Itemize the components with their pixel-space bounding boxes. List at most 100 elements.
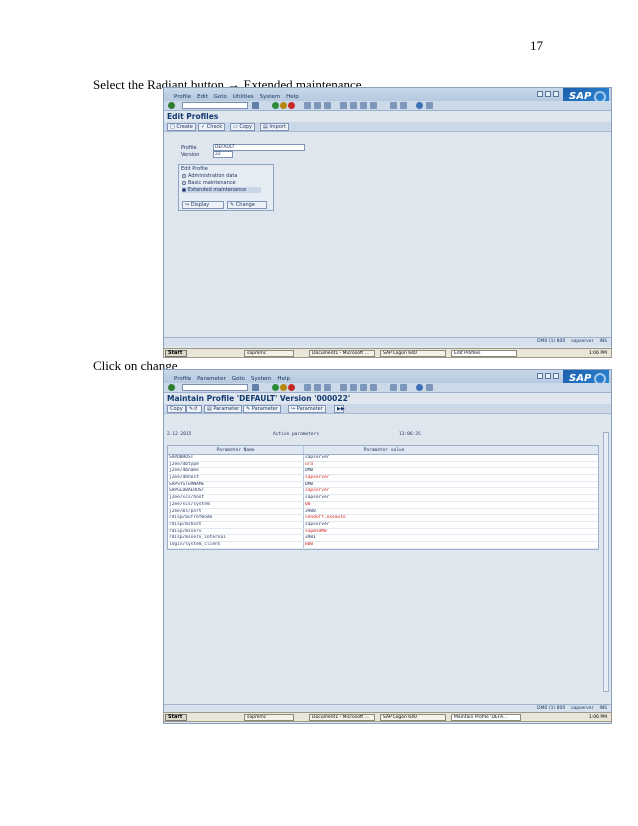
page-title: Edit Profiles <box>167 112 219 121</box>
maximize-icon[interactable] <box>545 91 551 97</box>
first-page-icon[interactable] <box>340 102 347 109</box>
table-row[interactable]: login/system_client 800 <box>168 541 598 549</box>
layout-icon[interactable] <box>426 384 433 391</box>
display-parameter-button[interactable]: ↪ Parameter <box>288 405 326 413</box>
table-row[interactable]: j2ee/ms/port 3900 <box>168 508 598 516</box>
table-row[interactable]: rdisp/mshost sapserver <box>168 521 598 529</box>
table-row[interactable]: SAPDBHOST sapserver <box>168 455 598 462</box>
parameter-button[interactable]: ▤ Parameter <box>204 405 243 413</box>
table-row[interactable]: rdisp/msserv sapmsDM0 <box>168 528 598 536</box>
table-row[interactable]: j2ee/dbname DM0 <box>168 468 598 476</box>
new-session-icon[interactable] <box>390 102 397 109</box>
back-icon[interactable] <box>272 384 279 391</box>
status-mode: INS <box>599 339 607 344</box>
task-maintain-profile[interactable]: Maintain Profile 'DEFA... <box>451 714 521 721</box>
next-icon[interactable]: ▶▶ <box>334 405 345 413</box>
start-button[interactable]: Start <box>165 714 187 721</box>
enter-icon[interactable] <box>168 384 175 391</box>
menu-profile[interactable]: Profile <box>174 94 191 100</box>
menu-system[interactable]: System <box>251 376 272 382</box>
version-field[interactable]: 22 <box>213 151 233 158</box>
exit-icon[interactable] <box>280 384 287 391</box>
back-icon[interactable] <box>272 102 279 109</box>
find-next-icon[interactable] <box>324 384 331 391</box>
change-button[interactable]: ✎ Change <box>227 201 267 209</box>
task-document1[interactable]: Document1 - Microsoft ... <box>309 714 375 721</box>
task-sap-logon[interactable]: SAP Logon 640 <box>380 714 446 721</box>
create-button[interactable]: □ Create <box>167 123 196 131</box>
status-server: sapserver <box>571 339 594 344</box>
table-row[interactable]: SAPSYSTEMNAME DM0 <box>168 481 598 489</box>
find-icon[interactable] <box>314 384 321 391</box>
menu-utilities[interactable]: Utilities <box>233 94 254 100</box>
table-row[interactable]: j2ee/dbtype ora <box>168 461 598 469</box>
task-sapmmc[interactable]: sapmmc <box>244 350 294 357</box>
minimize-icon[interactable] <box>537 373 543 379</box>
menu-help[interactable]: Help <box>286 94 299 100</box>
last-page-icon[interactable] <box>370 102 377 109</box>
save-icon[interactable] <box>252 384 259 391</box>
find-icon[interactable] <box>314 102 321 109</box>
shortcut-icon[interactable] <box>400 102 407 109</box>
menu-help[interactable]: Help <box>277 376 290 382</box>
profile-field[interactable]: DEFAULT <box>213 144 305 151</box>
find-next-icon[interactable] <box>324 102 331 109</box>
next-page-icon[interactable] <box>360 384 367 391</box>
copy-button[interactable]: Copy <box>167 405 186 413</box>
menu-system[interactable]: System <box>260 94 281 100</box>
table-row[interactable]: SAPGLOBALHOST sapserver <box>168 488 598 496</box>
copy-button[interactable]: ▭ Copy <box>230 123 256 131</box>
task-document1[interactable]: Document1 - Microsoft ... <box>309 350 375 357</box>
radio-basic-maintenance[interactable]: Basic maintenance <box>182 180 236 186</box>
vertical-scrollbar[interactable] <box>603 432 609 692</box>
close-icon[interactable] <box>553 91 559 97</box>
print-icon[interactable] <box>304 102 311 109</box>
radio-administration-data[interactable]: Administration data <box>182 173 237 179</box>
edit-icon[interactable]: ✎↺ <box>186 405 202 413</box>
help-icon[interactable] <box>416 384 423 391</box>
table-row[interactable]: j2ee/scs/host sapserver <box>168 495 598 502</box>
table-row[interactable]: j2ee/dbhost sapserver <box>168 475 598 482</box>
table-row[interactable]: rdisp/msserv_internal 3901 <box>168 535 598 542</box>
help-icon[interactable] <box>416 102 423 109</box>
prev-page-icon[interactable] <box>350 102 357 109</box>
task-sap-logon[interactable]: SAP Logon 640 <box>380 350 446 357</box>
parameter-value-cell: 3900 <box>305 508 316 514</box>
radio-extended-maintenance[interactable]: Extended maintenance <box>182 187 261 193</box>
exit-icon[interactable] <box>280 102 287 109</box>
menu-edit[interactable]: Edit <box>197 94 208 100</box>
last-page-icon[interactable] <box>370 384 377 391</box>
menu-bar: Profile Parameter Goto System Help SAP <box>164 370 611 392</box>
menu-goto[interactable]: Goto <box>232 376 245 382</box>
command-field[interactable] <box>182 384 248 391</box>
maximize-icon[interactable] <box>545 373 551 379</box>
task-edit-profiles[interactable]: Edit Profiles <box>451 350 517 357</box>
minimize-icon[interactable] <box>537 91 543 97</box>
next-page-icon[interactable] <box>360 102 367 109</box>
menu-goto[interactable]: Goto <box>214 94 227 100</box>
cancel-icon[interactable] <box>288 102 295 109</box>
task-sapmmc[interactable]: sapmmc <box>244 714 294 721</box>
parameter-name-cell: j2ee/scs/system <box>168 501 304 508</box>
table-row[interactable]: rdisp/bufrefmode sendoff,exeauto <box>168 515 598 522</box>
import-button[interactable]: ▤ Import <box>260 123 289 131</box>
save-icon[interactable] <box>252 102 259 109</box>
print-icon[interactable] <box>304 384 311 391</box>
change-parameter-button[interactable]: ✎ Parameter <box>243 405 281 413</box>
menu-profile[interactable]: Profile <box>174 376 191 382</box>
start-button[interactable]: Start <box>165 350 187 357</box>
enter-icon[interactable] <box>168 102 175 109</box>
menu-parameter[interactable]: Parameter <box>197 376 226 382</box>
new-session-icon[interactable] <box>390 384 397 391</box>
prev-page-icon[interactable] <box>350 384 357 391</box>
parameter-value-cell: sapserver <box>305 521 330 527</box>
first-page-icon[interactable] <box>340 384 347 391</box>
cancel-icon[interactable] <box>288 384 295 391</box>
command-field[interactable] <box>182 102 248 109</box>
display-button[interactable]: ↪ Display <box>182 201 224 209</box>
table-row[interactable]: j2ee/scs/system 00 <box>168 501 598 509</box>
shortcut-icon[interactable] <box>400 384 407 391</box>
close-icon[interactable] <box>553 373 559 379</box>
check-button[interactable]: ✓ Check <box>198 123 226 131</box>
layout-icon[interactable] <box>426 102 433 109</box>
